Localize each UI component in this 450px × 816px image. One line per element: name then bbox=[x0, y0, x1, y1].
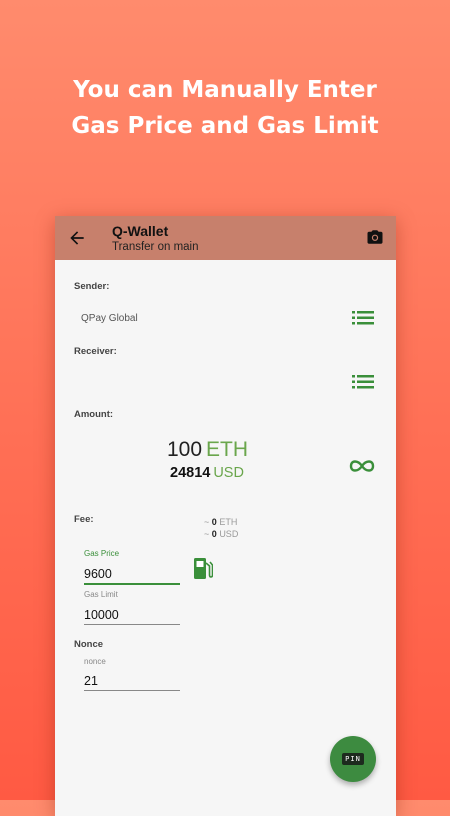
fee-usd-unit: USD bbox=[219, 529, 239, 539]
sender-label: Sender: bbox=[74, 281, 110, 292]
gas-limit-label: Gas Limit bbox=[84, 590, 118, 599]
fee-eth-prefix: ~ bbox=[204, 517, 210, 527]
fee-usd-value: 0 bbox=[211, 529, 217, 539]
fee-eth-value: 0 bbox=[211, 517, 217, 527]
receiver-label: Receiver: bbox=[74, 346, 117, 357]
amount-eth-value: 100 bbox=[167, 438, 203, 461]
sender-list-icon[interactable] bbox=[352, 311, 374, 325]
nonce-field-label: nonce bbox=[84, 657, 106, 666]
promo-headline: You can Manually Enter Gas Price and Gas… bbox=[0, 72, 450, 144]
camera-icon[interactable] bbox=[366, 228, 384, 246]
pin-button-label: PIN bbox=[342, 753, 364, 765]
gas-station-icon[interactable] bbox=[193, 557, 213, 580]
amount-usd[interactable]: 24814 USD bbox=[170, 465, 244, 481]
sender-value[interactable]: QPay Global bbox=[81, 313, 138, 324]
fee-eth: ~ 0 ETH bbox=[204, 517, 237, 527]
amount-usd-unit: USD bbox=[213, 465, 244, 481]
infinity-icon[interactable] bbox=[348, 458, 376, 474]
receiver-list-icon[interactable] bbox=[352, 375, 374, 389]
gas-price-label: Gas Price bbox=[84, 549, 120, 558]
app-screen: Q-Wallet Transfer on main Sender: QPay G… bbox=[55, 216, 396, 816]
promo-line-1: You can Manually Enter bbox=[73, 77, 377, 103]
fee-eth-unit: ETH bbox=[219, 517, 238, 527]
amount-eth-unit: ETH bbox=[206, 438, 249, 461]
app-title: Q-Wallet bbox=[112, 223, 169, 239]
amount-eth[interactable]: 100 ETH bbox=[167, 438, 248, 462]
nonce-input[interactable] bbox=[84, 672, 180, 691]
arrow-back-icon[interactable] bbox=[67, 228, 87, 248]
fee-usd: ~ 0 USD bbox=[204, 529, 238, 539]
promo-line-2: Gas Price and Gas Limit bbox=[71, 113, 379, 139]
app-subtitle: Transfer on main bbox=[112, 241, 199, 253]
fee-usd-prefix: ~ bbox=[204, 529, 210, 539]
gas-price-input[interactable] bbox=[84, 565, 180, 585]
amount-label: Amount: bbox=[74, 409, 114, 420]
fee-label: Fee: bbox=[74, 514, 94, 525]
app-bar: Q-Wallet Transfer on main bbox=[55, 216, 396, 260]
pin-button[interactable]: PIN bbox=[330, 736, 376, 782]
gas-limit-input[interactable] bbox=[84, 606, 180, 625]
nonce-label: Nonce bbox=[74, 639, 104, 650]
amount-usd-value: 24814 bbox=[170, 465, 211, 481]
